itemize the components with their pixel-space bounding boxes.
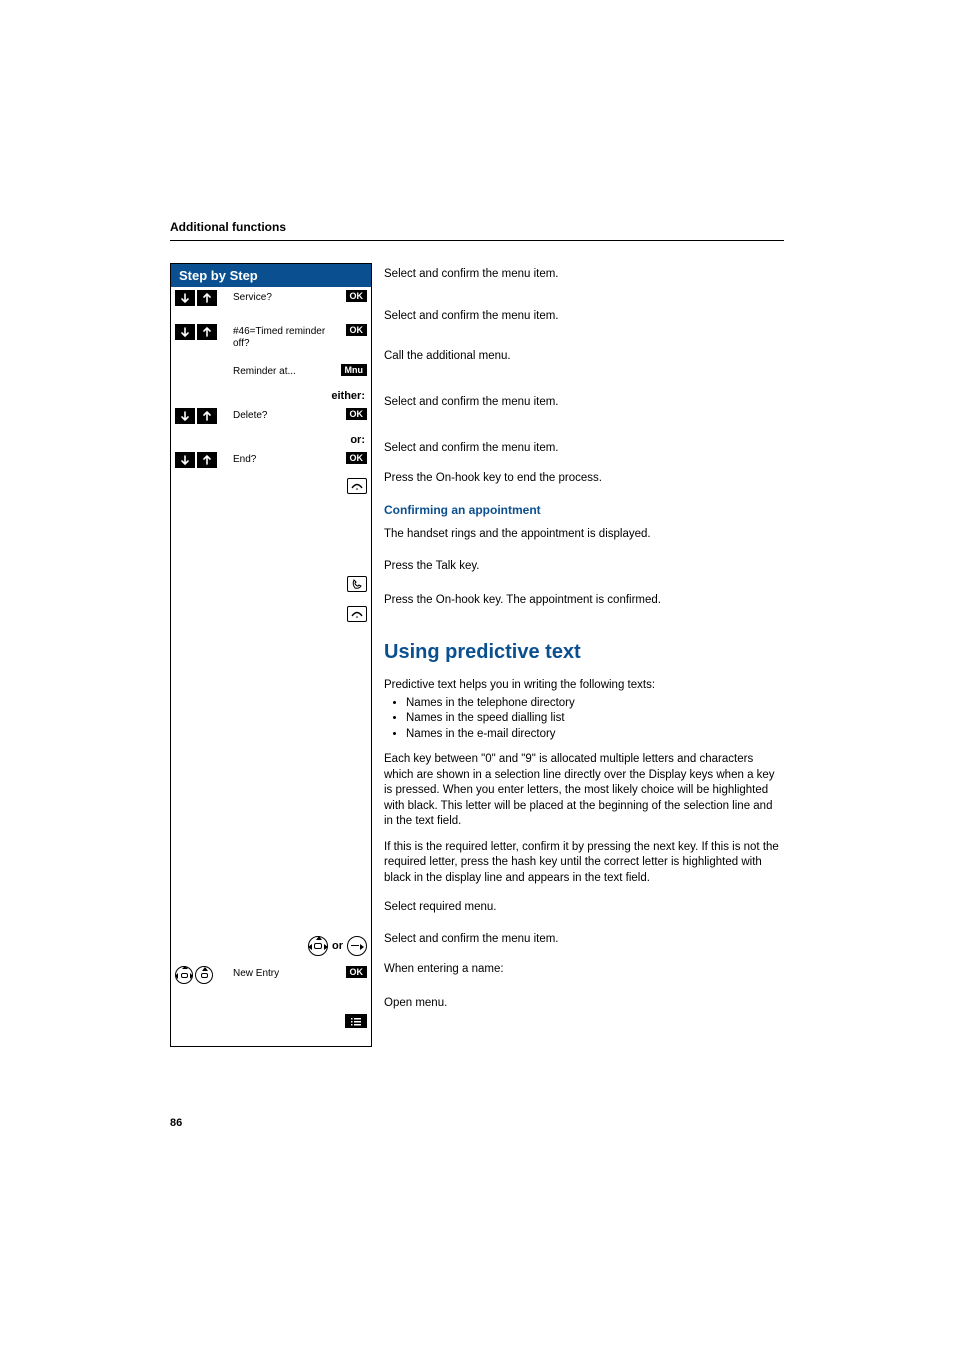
- step-label: End?: [233, 452, 331, 466]
- instruction-text: Select and confirm the menu item.: [384, 309, 784, 327]
- down-arrow-icon: [175, 290, 195, 306]
- instruction-text: Open menu.: [384, 996, 784, 1014]
- step-row-timed-off: #46=Timed reminder off? OK: [175, 324, 367, 350]
- or-text: or: [332, 940, 343, 952]
- ok-button[interactable]: OK: [346, 324, 368, 336]
- predictive-bullets: Names in the telephone directory Names i…: [384, 696, 784, 743]
- instruction-text: Call the additional menu.: [384, 349, 784, 367]
- step-by-step-panel: Step by Step Service? OK: [170, 263, 372, 1047]
- list-item: Names in the e-mail directory: [406, 727, 784, 743]
- instruction-text: Select and confirm the menu item.: [384, 932, 784, 950]
- down-arrow-icon: [175, 324, 195, 340]
- nav-control-icon: [308, 936, 328, 956]
- up-arrow-icon: [197, 324, 217, 340]
- down-arrow-icon: [175, 408, 195, 424]
- section-heading-predictive: Using predictive text: [384, 641, 784, 664]
- list-item: Names in the telephone directory: [406, 696, 784, 712]
- instruction-text: The handset rings and the appointment is…: [384, 527, 784, 545]
- ok-button[interactable]: OK: [346, 452, 368, 464]
- step-label: Reminder at...: [233, 364, 331, 378]
- step-row-end: End? OK: [175, 452, 367, 472]
- step-label: New Entry: [233, 966, 331, 980]
- sub-heading-confirming: Confirming an appointment: [384, 503, 784, 517]
- step-row-reminder-at: Reminder at... Mnu: [175, 364, 367, 384]
- predictive-intro: Predictive text helps you in writing the…: [384, 678, 784, 694]
- predictive-para-1: Each key between "0" and "9" is allocate…: [384, 752, 784, 830]
- up-arrow-icon: [197, 452, 217, 468]
- onhook-key-icon: [347, 606, 367, 622]
- instruction-text: When entering a name:: [384, 962, 784, 980]
- onhook-key-icon: [347, 478, 367, 494]
- nav-up-icon: [195, 966, 213, 984]
- step-row-open-menu: [175, 1014, 367, 1034]
- up-arrow-icon: [197, 290, 217, 306]
- nav-side-icon: [347, 936, 367, 956]
- ok-button[interactable]: OK: [346, 408, 368, 420]
- up-arrow-icon: [197, 408, 217, 424]
- step-row-new-entry: New Entry OK: [175, 966, 367, 986]
- instruction-text: Press the Talk key.: [384, 559, 784, 577]
- mnu-button[interactable]: Mnu: [341, 364, 368, 376]
- instruction-text: Select and confirm the menu item.: [384, 395, 784, 413]
- list-item: Names in the speed dialling list: [406, 711, 784, 727]
- menu-icon: [345, 1014, 367, 1028]
- step-row-talk: [175, 576, 367, 596]
- step-label: #46=Timed reminder off?: [233, 324, 331, 350]
- step-by-step-title: Step by Step: [170, 263, 372, 287]
- step-row-onhook-confirm: [175, 606, 367, 626]
- talk-key-icon: [347, 576, 367, 592]
- instruction-text: Select and confirm the menu item.: [384, 441, 784, 459]
- step-row-service: Service? OK: [175, 290, 367, 310]
- step-row-delete: Delete? OK: [175, 408, 367, 428]
- instruction-text: Select and confirm the menu item.: [384, 267, 784, 285]
- step-label: Delete?: [233, 408, 331, 422]
- running-header: Additional functions: [170, 220, 784, 234]
- predictive-para-2: If this is the required letter, confirm …: [384, 840, 784, 887]
- down-arrow-icon: [175, 452, 195, 468]
- instruction-text: Select required menu.: [384, 900, 784, 918]
- page-number: 86: [170, 1117, 954, 1129]
- ok-button[interactable]: OK: [346, 290, 368, 302]
- either-label: either:: [175, 390, 367, 402]
- step-row-onhook: [175, 478, 367, 498]
- instruction-text: Press the On-hook key. The appointment i…: [384, 593, 784, 611]
- step-label: Service?: [233, 290, 331, 304]
- nav-control-icon: [175, 966, 193, 984]
- instruction-column: Select and confirm the menu item. Select…: [384, 263, 784, 1047]
- ok-button[interactable]: OK: [346, 966, 368, 978]
- instruction-text: Press the On-hook key to end the process…: [384, 471, 784, 489]
- header-rule: [170, 240, 784, 241]
- step-row-select-menu: or: [175, 936, 367, 956]
- or-label: or:: [175, 434, 367, 446]
